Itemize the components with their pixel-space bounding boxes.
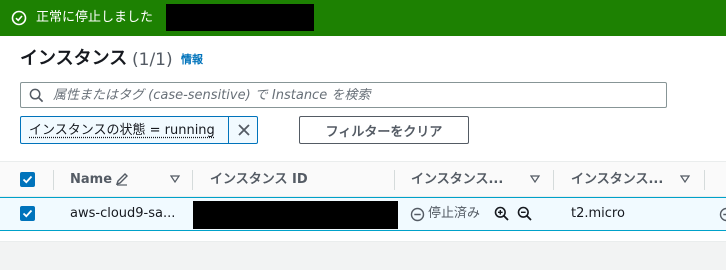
column-divider[interactable] (53, 170, 54, 190)
sort-caret-icon[interactable] (680, 175, 690, 183)
instances-panel (0, 36, 726, 270)
panel-footer (0, 241, 726, 270)
redacted-instance-id-cell (193, 201, 398, 229)
column-header-name[interactable]: Name (70, 172, 112, 188)
table-row[interactable]: aws-cloud9-sa... 停止済み t2.micro (0, 197, 726, 231)
zoom-out-icon[interactable] (517, 206, 532, 221)
page-title: インスタンス (20, 48, 128, 69)
table-header: Name インスタンス ID インスタンス... インスタンス... (0, 161, 726, 197)
sort-caret-icon[interactable] (530, 175, 540, 183)
info-link[interactable]: 情報 (181, 53, 203, 67)
instance-type: t2.micro (571, 206, 625, 221)
check-icon (22, 175, 33, 184)
close-icon (237, 124, 250, 136)
row-checkbox[interactable] (20, 206, 35, 221)
search-input[interactable] (53, 85, 653, 105)
remove-filter-button[interactable] (228, 117, 258, 143)
column-header-instance-state[interactable]: インスタンス... (411, 172, 503, 188)
column-header-instance-type[interactable]: インスタンス... (571, 172, 663, 188)
select-all-checkbox[interactable] (20, 172, 35, 187)
stopped-status-icon (410, 207, 425, 222)
redacted-instance-id (166, 4, 314, 31)
search-icon (29, 88, 44, 103)
edit-pencil-icon[interactable] (115, 172, 129, 186)
column-divider[interactable] (704, 170, 705, 190)
zoom-in-icon[interactable] (494, 206, 509, 221)
success-banner: 正常に停止しました (0, 0, 726, 36)
filter-token-label: インスタンスの状態 = running (29, 123, 215, 138)
column-divider[interactable] (192, 170, 193, 190)
instance-name: aws-cloud9-sa... (70, 206, 176, 221)
filter-token: インスタンスの状態 = running (20, 116, 258, 144)
status-check-icon (719, 207, 726, 222)
column-divider[interactable] (553, 170, 554, 190)
check-circle-icon (11, 10, 27, 26)
selection-count: (1/1) (132, 50, 173, 70)
sort-caret-icon[interactable] (170, 175, 180, 183)
banner-message: 正常に停止しました (36, 10, 154, 25)
column-header-instance-id[interactable]: インスタンス ID (210, 172, 308, 188)
clear-filters-button[interactable]: フィルターをクリア (299, 116, 469, 144)
instance-state: 停止済み (428, 206, 481, 221)
check-icon (22, 209, 33, 218)
search-bar[interactable] (20, 82, 667, 108)
column-divider[interactable] (394, 170, 395, 190)
